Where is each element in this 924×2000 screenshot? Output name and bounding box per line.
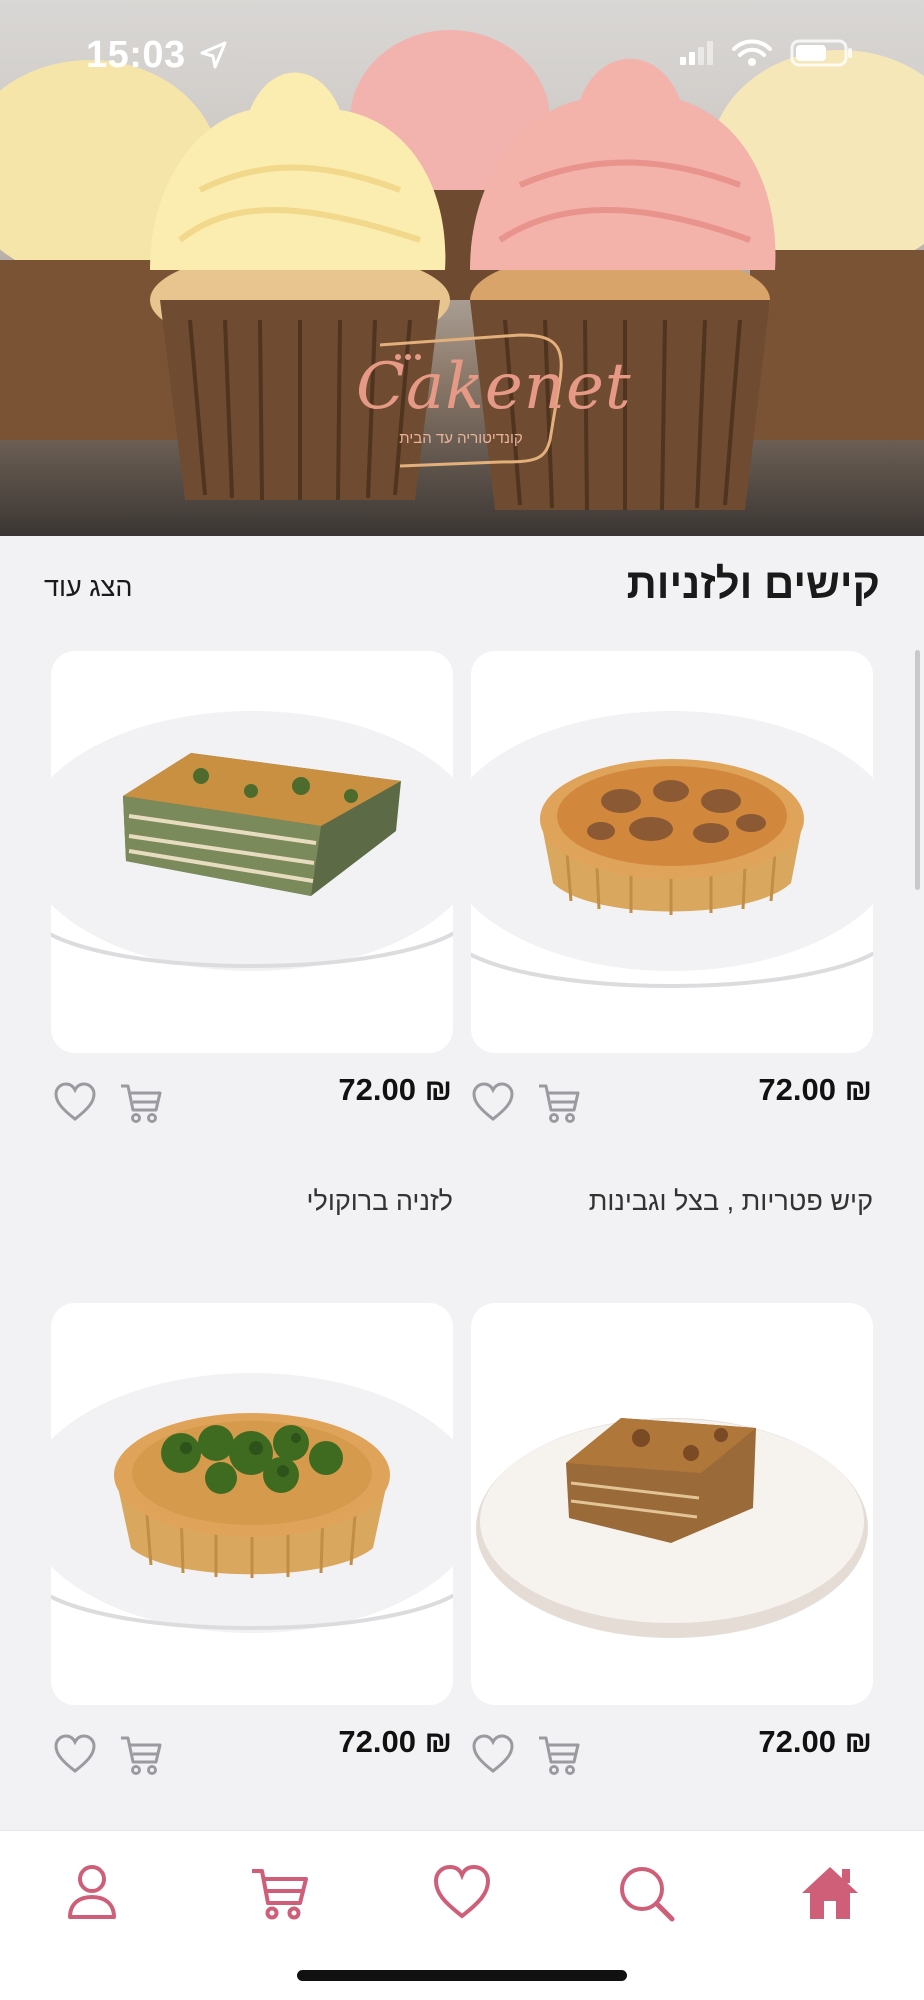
heart-icon[interactable] xyxy=(52,1732,98,1778)
heart-icon[interactable] xyxy=(470,1732,516,1778)
nav-search-icon[interactable] xyxy=(614,1861,678,1925)
logo-text: Cakenet xyxy=(356,350,632,424)
logo-subtitle: קונדיטוריה עד הבית xyxy=(399,430,523,447)
broccoli-quiche-image xyxy=(51,1373,453,1633)
section-title: קישים ולזניות xyxy=(626,560,880,607)
cart-icon[interactable] xyxy=(536,1080,582,1126)
wifi-icon xyxy=(732,39,772,72)
location-arrow-icon xyxy=(198,40,228,75)
hero-banner: 15:03 Cakenet קונדיטוריה עד הבית xyxy=(0,0,924,536)
quiche-image xyxy=(471,711,873,988)
cart-icon[interactable] xyxy=(118,1732,164,1778)
product-name[interactable]: קיש פטריות , בצל וגבינות xyxy=(471,1186,873,1217)
scrollbar[interactable] xyxy=(915,650,920,890)
signal-icon xyxy=(680,41,714,70)
nav-home-icon[interactable] xyxy=(798,1861,862,1925)
lasagna-image xyxy=(51,711,453,971)
heart-icon[interactable] xyxy=(52,1080,98,1126)
product-price: 72.00 ₪ xyxy=(758,1724,872,1759)
nav-favorites-heart-icon[interactable] xyxy=(430,1861,494,1925)
status-bar: 15:03 xyxy=(0,0,924,110)
cart-icon[interactable] xyxy=(536,1732,582,1778)
show-more-link[interactable]: הצג עוד xyxy=(44,572,132,603)
home-indicator[interactable] xyxy=(297,1970,627,1981)
product-name[interactable]: לזניה ברוקולי xyxy=(51,1186,453,1217)
battery-icon xyxy=(790,38,854,73)
cart-icon[interactable] xyxy=(118,1080,164,1126)
product-price: 72.00 ₪ xyxy=(338,1724,452,1759)
product-image[interactable] xyxy=(471,1303,873,1705)
product-price: 72.00 ₪ xyxy=(758,1072,872,1107)
product-image[interactable] xyxy=(51,1303,453,1705)
section-header: קישים ולזניות הצג עוד xyxy=(0,536,924,626)
status-time: 15:03 xyxy=(86,34,186,76)
product-image[interactable] xyxy=(51,651,453,1053)
cakenet-logo: Cakenet קונדיטוריה עד הבית xyxy=(356,330,632,470)
heart-icon[interactable] xyxy=(470,1080,516,1126)
product-image[interactable] xyxy=(471,651,873,1053)
lasagna-image xyxy=(476,1418,868,1638)
product-price: 72.00 ₪ xyxy=(338,1072,452,1107)
nav-cart-icon[interactable] xyxy=(248,1861,312,1925)
nav-profile-user-icon[interactable] xyxy=(60,1861,124,1925)
